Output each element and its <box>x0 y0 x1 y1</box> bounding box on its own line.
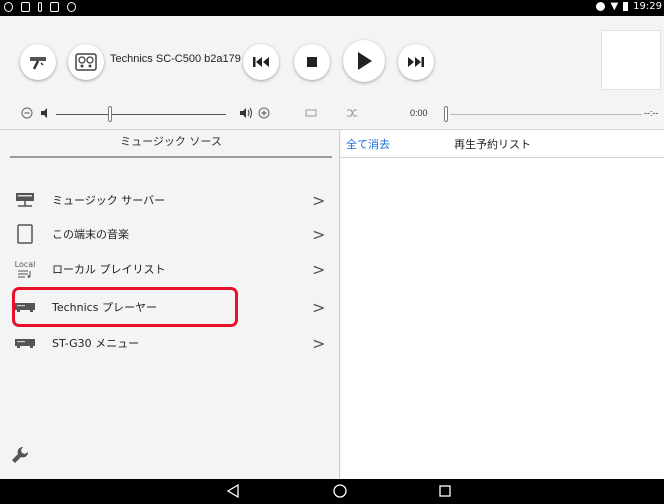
album-art <box>601 30 661 90</box>
home-icon[interactable] <box>332 483 348 499</box>
volume-position-row: 0:00 --:-- <box>0 100 664 128</box>
source-item-st-g30-menu[interactable]: ST-G30 メニュー > <box>0 325 340 361</box>
chevron-right-icon: > <box>312 224 326 244</box>
status-bar: ▼ 19:29 <box>0 0 664 16</box>
volume-up-icon[interactable] <box>258 107 270 119</box>
source-item-label: ST-G30 メニュー <box>52 337 140 350</box>
notification-icon <box>21 2 30 12</box>
position-slider[interactable] <box>450 114 642 115</box>
chevron-right-icon: > <box>312 259 326 279</box>
vpn-icon <box>4 2 13 12</box>
position-slider-thumb[interactable] <box>444 106 448 122</box>
device-connect-icon <box>30 57 46 70</box>
volume-slider-thumb[interactable] <box>108 106 112 122</box>
speaker-high-icon <box>240 107 252 119</box>
source-item-music-server[interactable]: ミュージック サーバー > <box>0 182 340 218</box>
previous-track-button[interactable] <box>243 44 279 80</box>
local-playlist-icon: Local <box>14 259 36 279</box>
battery-icon <box>623 2 629 11</box>
next-track-button[interactable] <box>398 44 434 80</box>
stop-button[interactable] <box>294 44 330 80</box>
st-g30-device-icon <box>14 333 36 353</box>
speaker-device-button[interactable] <box>68 44 104 80</box>
sd-card-icon <box>50 2 59 12</box>
volume-slider[interactable] <box>56 114 226 115</box>
play-queue-header: 全て消去 再生予約リスト <box>341 130 664 158</box>
remaining-time: --:-- <box>644 108 659 118</box>
source-item-local-playlist[interactable]: Local ローカル プレイリスト > <box>0 251 340 287</box>
shuffle-icon[interactable] <box>346 108 358 118</box>
music-source-title: ミュージック ソース <box>10 130 332 158</box>
do-not-disturb-icon <box>596 2 606 11</box>
clear-all-link[interactable]: 全て消去 <box>346 136 390 152</box>
repeat-icon[interactable] <box>305 109 317 117</box>
highlight-annotation <box>12 287 238 327</box>
stop-icon <box>307 57 317 67</box>
device-settings-button[interactable] <box>20 44 56 80</box>
wifi-icon: ▼ <box>610 1 619 12</box>
skip-previous-icon <box>253 57 269 67</box>
volume-down-icon[interactable] <box>21 107 33 119</box>
android-icon <box>67 2 76 12</box>
navigation-bar <box>0 479 664 504</box>
music-server-icon <box>14 190 36 210</box>
play-button[interactable] <box>343 40 385 82</box>
source-item-label: この端末の音楽 <box>52 228 129 241</box>
play-icon <box>358 52 372 70</box>
local-playlist-icon-text: Local <box>14 260 36 269</box>
play-queue-panel: 全て消去 再生予約リスト <box>341 130 664 479</box>
device-name: Technics SC-C500 b2a179 <box>110 53 241 65</box>
chevron-right-icon: > <box>312 333 326 353</box>
music-source-panel: ミュージック ソース ミュージック サーバー > この端末の音楽 > Local <box>0 130 340 479</box>
player-bar: Technics SC-C500 b2a179 0:00 --:-- <box>0 16 664 130</box>
play-queue-title: 再生予約リスト <box>454 138 531 151</box>
back-icon[interactable] <box>226 483 240 499</box>
alert-icon <box>38 2 42 12</box>
recent-apps-icon[interactable] <box>438 483 452 499</box>
source-item-label: ローカル プレイリスト <box>52 263 166 276</box>
tablet-icon <box>14 224 36 244</box>
chevron-right-icon: > <box>312 190 326 210</box>
status-time: 19:29 <box>633 1 662 12</box>
chevron-right-icon: > <box>312 297 326 317</box>
speaker-low-icon <box>41 108 47 118</box>
position-time: 0:00 <box>410 108 428 118</box>
source-item-label: ミュージック サーバー <box>52 194 166 207</box>
source-item-device-music[interactable]: この端末の音楽 > <box>0 216 340 252</box>
speaker-icon <box>75 53 97 71</box>
skip-next-icon <box>408 57 424 67</box>
wrench-icon[interactable] <box>8 443 32 467</box>
